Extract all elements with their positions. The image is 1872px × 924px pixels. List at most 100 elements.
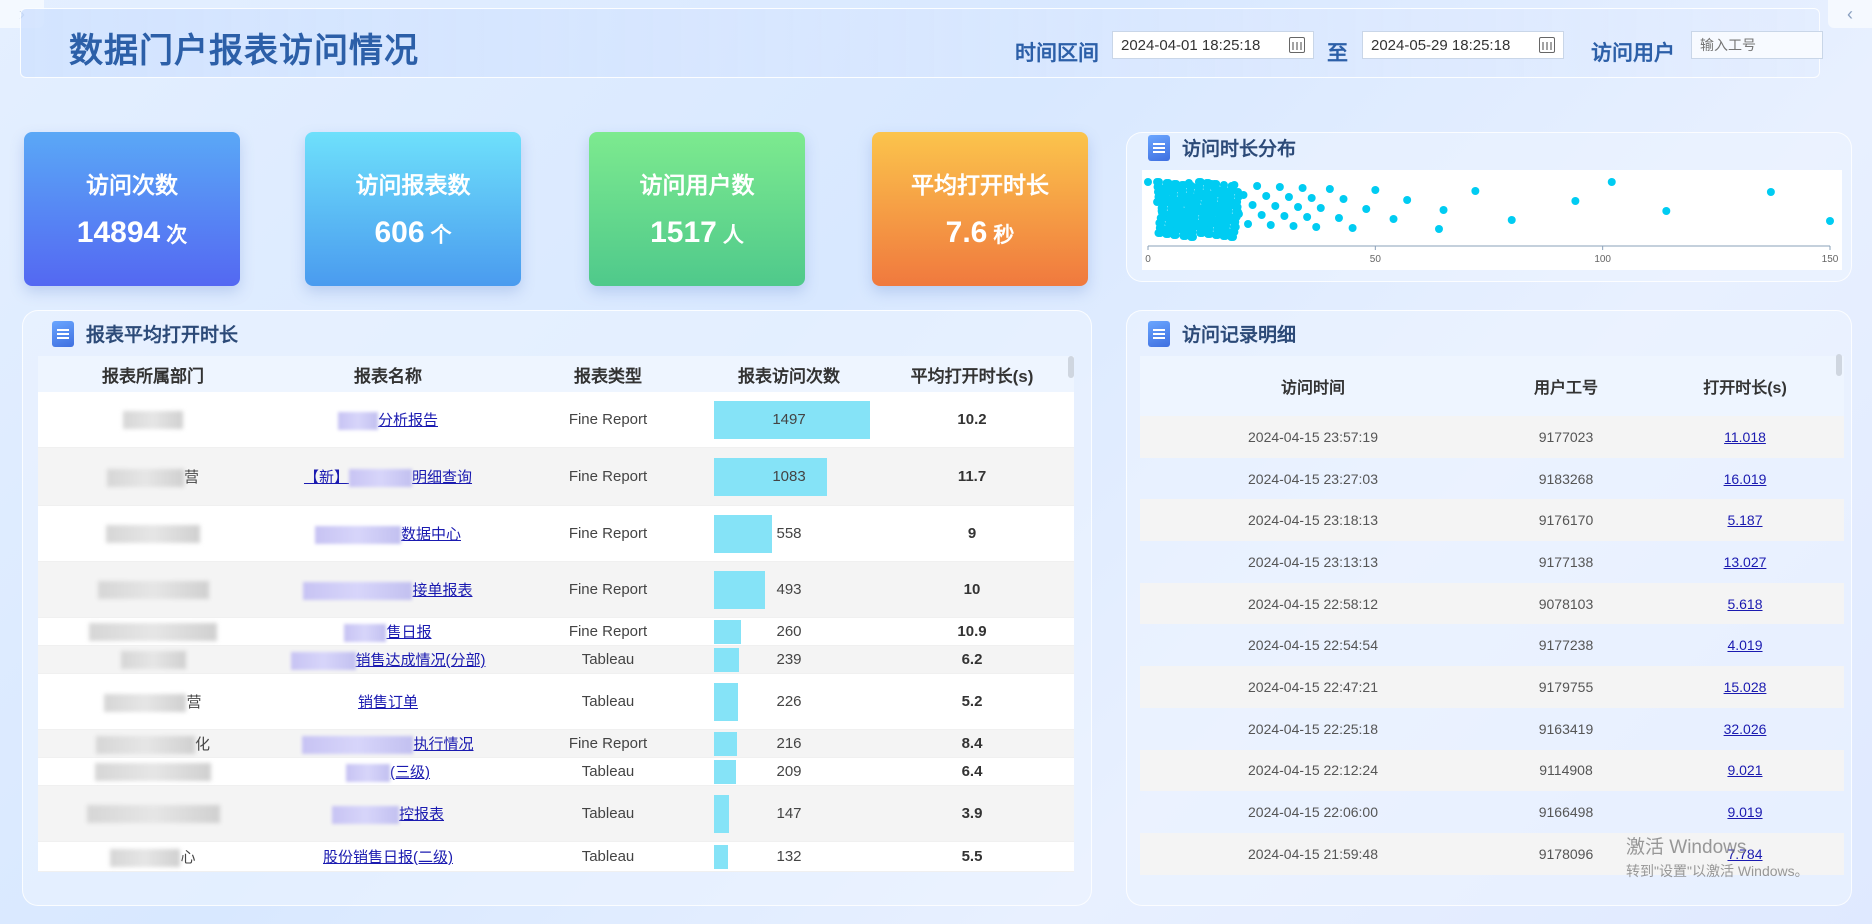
cell-visits: 209 — [708, 758, 870, 785]
visits-bar — [714, 759, 736, 784]
redacted-block — [303, 582, 413, 601]
calendar-icon[interactable] — [1539, 37, 1555, 53]
cell-duration: 4.019 — [1646, 637, 1844, 653]
cell-visit-time: 2024-04-15 22:06:00 — [1248, 804, 1378, 821]
cell-user-id: 9177023 — [1538, 428, 1594, 445]
scatter-point — [1826, 217, 1834, 225]
duration-link[interactable]: 4.019 — [1727, 637, 1762, 653]
cell-duration: 32.026 — [1646, 721, 1844, 737]
duration-link[interactable]: 32.026 — [1724, 721, 1767, 737]
duration-link[interactable]: 13.027 — [1724, 554, 1767, 570]
table-row: 2024-04-15 22:12:24 9114908 9.021 — [1140, 749, 1844, 792]
name-prefix[interactable]: 【新】 — [304, 469, 349, 486]
report-link[interactable]: 接单报表 — [412, 582, 472, 599]
report-link[interactable]: 股份销售日报(二级) — [323, 849, 453, 866]
report-link[interactable]: 销售订单 — [358, 694, 418, 711]
calendar-icon[interactable] — [1289, 37, 1305, 53]
cell-report-name[interactable]: 数据中心 — [268, 523, 508, 545]
cell-report-name[interactable]: 接单报表 — [268, 579, 508, 601]
scatter-point — [1239, 191, 1248, 199]
report-link[interactable]: (三级) — [390, 764, 430, 781]
table-row: 化 执行情况 Fine Report 216 8.4 — [38, 730, 1074, 758]
cell-type: Fine Report — [568, 735, 648, 752]
cell-report-name[interactable]: 销售达成情况(分部) — [268, 649, 508, 671]
col-visit-time[interactable]: 访问时间 — [1140, 374, 1486, 398]
cell-user-id: 9163419 — [1538, 720, 1594, 737]
cell-report-name[interactable]: 销售订单 — [268, 691, 508, 712]
col-type[interactable]: 报表类型 — [508, 362, 708, 387]
scatter-point — [1507, 216, 1516, 224]
duration-link[interactable]: 9.021 — [1727, 762, 1762, 778]
report-scrollbar[interactable] — [1068, 356, 1074, 378]
duration-link[interactable]: 5.187 — [1727, 512, 1762, 528]
cell-report-name[interactable]: (三级) — [268, 761, 508, 783]
user-id-input[interactable] — [1691, 31, 1823, 59]
scatter-point — [1266, 221, 1275, 229]
report-link[interactable]: 分析报告 — [378, 412, 438, 429]
report-link[interactable]: 售日报 — [386, 624, 431, 641]
scatter-point — [1257, 211, 1266, 219]
report-link[interactable]: 执行情况 — [413, 736, 473, 753]
report-link[interactable]: 控报表 — [399, 806, 444, 823]
page-title: 数据门户报表访问情况 — [69, 32, 419, 70]
scatter-point — [1155, 183, 1164, 191]
duration-link[interactable]: 15.028 — [1724, 679, 1767, 695]
kpi-title: 访问报表数 — [355, 172, 471, 198]
scatter-point — [1164, 179, 1173, 187]
col-visits[interactable]: 报表访问次数 — [708, 356, 870, 392]
duration-link[interactable]: 5.618 — [1727, 596, 1762, 612]
cell-user-id: 9178096 — [1538, 845, 1594, 862]
scatter-point — [1210, 200, 1219, 208]
table-row: 营 【新】 明细查询 Fine Report 1083 11.7 — [38, 448, 1074, 506]
visits-bar — [714, 794, 729, 833]
record-scrollbar[interactable] — [1836, 354, 1842, 376]
end-date-field[interactable]: 2024-05-29 18:25:18 — [1362, 31, 1564, 59]
table-row: 心 股份销售日报(二级) Tableau 132 5.5 — [38, 842, 1074, 872]
scatter-point — [1214, 226, 1223, 234]
visits-bar — [714, 457, 827, 496]
report-link[interactable]: 明细查询 — [412, 469, 472, 486]
duration-link[interactable]: 9.019 — [1727, 804, 1762, 820]
col-dept[interactable]: 报表所属部门 — [38, 362, 268, 387]
report-link[interactable]: 销售达成情况(分部) — [356, 652, 486, 669]
report-link[interactable]: 数据中心 — [401, 526, 461, 543]
scatter-point — [1189, 208, 1198, 216]
duration-scatter-chart: 0 50 100 150 — [1142, 170, 1842, 270]
cell-user-id: 9078103 — [1538, 595, 1594, 612]
scatter-point — [1181, 232, 1190, 240]
cell-report-name[interactable]: 股份销售日报(二级) — [268, 846, 508, 867]
cell-avg-time: 9 — [967, 525, 977, 542]
start-date-field[interactable]: 2024-04-01 18:25:18 — [1112, 31, 1314, 59]
duration-link[interactable]: 16.019 — [1724, 471, 1767, 487]
cell-visit-time: 2024-04-15 23:13:13 — [1248, 553, 1378, 570]
duration-link[interactable]: 11.018 — [1724, 429, 1766, 445]
report-table-body: 分析报告 Fine Report 1497 10.2 营 【新】 明细查询 Fine Repo… — [38, 392, 1074, 872]
col-name[interactable]: 报表名称 — [268, 362, 508, 387]
scatter-point — [1191, 218, 1200, 226]
scatter-point — [1280, 212, 1289, 220]
cell-report-name[interactable]: 执行情况 — [268, 733, 508, 755]
scatter-point — [1184, 179, 1193, 187]
cell-report-name[interactable]: 控报表 — [268, 803, 508, 825]
cell-type: Tableau — [581, 805, 635, 822]
scatter-point — [1471, 187, 1480, 195]
scatter-point — [1179, 191, 1188, 199]
col-duration[interactable]: 打开时长(s) — [1646, 374, 1844, 398]
cell-report-name[interactable]: 【新】 明细查询 — [268, 466, 508, 488]
cell-report-name[interactable]: 售日报 — [268, 621, 508, 643]
collapse-right-button[interactable]: ‹ — [1828, 0, 1872, 28]
cell-report-name[interactable]: 分析报告 — [268, 409, 508, 431]
cell-dept — [38, 762, 268, 781]
end-date-value: 2024-05-29 18:25:18 — [1371, 36, 1511, 54]
scatter-point — [1262, 192, 1271, 200]
table-row: 2024-04-15 23:18:13 9176170 5.187 — [1140, 499, 1844, 542]
col-user-id[interactable]: 用户工号 — [1486, 374, 1646, 398]
cell-visit-time: 2024-04-15 22:58:12 — [1248, 595, 1378, 612]
cell-avg-time: 5.2 — [961, 693, 983, 710]
cell-visit-time: 2024-04-15 22:12:24 — [1248, 762, 1378, 779]
cell-duration: 11.018 — [1646, 429, 1844, 445]
cell-avg-time: 6.4 — [961, 763, 983, 780]
kpi-avg-open-time: 平均打开时长 7.6 秒 — [872, 132, 1088, 286]
cell-avg-time: 10.2 — [957, 411, 987, 428]
col-avg[interactable]: 平均打开时长(s) — [870, 362, 1074, 387]
